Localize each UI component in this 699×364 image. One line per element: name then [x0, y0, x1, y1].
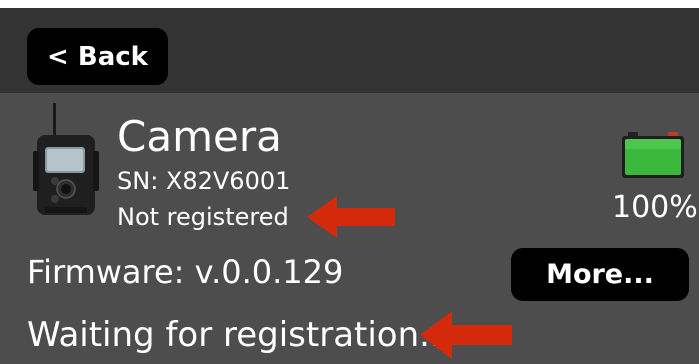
- serial-number: SN: X82V6001: [117, 167, 291, 195]
- battery-icon: [622, 132, 684, 178]
- battery-percentage: 100%: [612, 190, 698, 225]
- trail-camera-icon: [33, 103, 99, 215]
- registration-waiting-status: Waiting for registration..: [27, 315, 441, 355]
- red-left-arrow-icon: [420, 311, 512, 359]
- top-edge-strip: [0, 0, 699, 8]
- more-button[interactable]: More...: [511, 248, 689, 301]
- device-name: Camera: [117, 112, 282, 161]
- registration-status: Not registered: [117, 203, 289, 231]
- firmware-version: Firmware: v.0.0.129: [27, 253, 344, 291]
- red-left-arrow-icon: [307, 196, 395, 238]
- back-button[interactable]: < Back: [27, 28, 168, 85]
